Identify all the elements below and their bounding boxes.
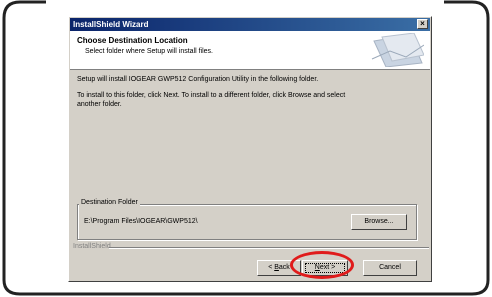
cancel-button[interactable]: Cancel bbox=[363, 260, 417, 276]
title-bar: InstallShield Wizard × bbox=[70, 18, 430, 31]
window-title: InstallShield Wizard bbox=[73, 20, 149, 29]
browse-button-label: Browse... bbox=[364, 218, 394, 225]
instruction-text-line2: another folder. bbox=[77, 101, 122, 108]
install-info-text: Setup will install IOGEAR GWP512 Configu… bbox=[77, 76, 319, 83]
destination-folder-label: Destination Folder bbox=[79, 199, 140, 206]
back-button-label: < Back bbox=[268, 264, 290, 271]
close-icon: × bbox=[420, 19, 425, 28]
destination-path: E:\Program Files\IOGEAR\GWP512\ bbox=[84, 218, 198, 225]
page-subtitle: Select folder where Setup will install f… bbox=[85, 48, 214, 55]
installshield-window: InstallShield Wizard × Choose Destinatio… bbox=[68, 16, 432, 282]
instruction-text-line1: To install to this folder, click Next. T… bbox=[77, 92, 346, 99]
wizard-graphic-icon bbox=[371, 33, 424, 67]
wizard-header: Choose Destination Location Select folde… bbox=[70, 31, 430, 70]
cancel-button-label: Cancel bbox=[379, 264, 401, 271]
footer-divider bbox=[109, 247, 429, 249]
page-title: Choose Destination Location bbox=[77, 36, 188, 45]
next-button-highlight bbox=[290, 251, 354, 279]
browse-button[interactable]: Browse... bbox=[351, 214, 407, 230]
close-button[interactable]: × bbox=[417, 19, 428, 29]
installshield-brand: InstallShield bbox=[73, 243, 113, 250]
